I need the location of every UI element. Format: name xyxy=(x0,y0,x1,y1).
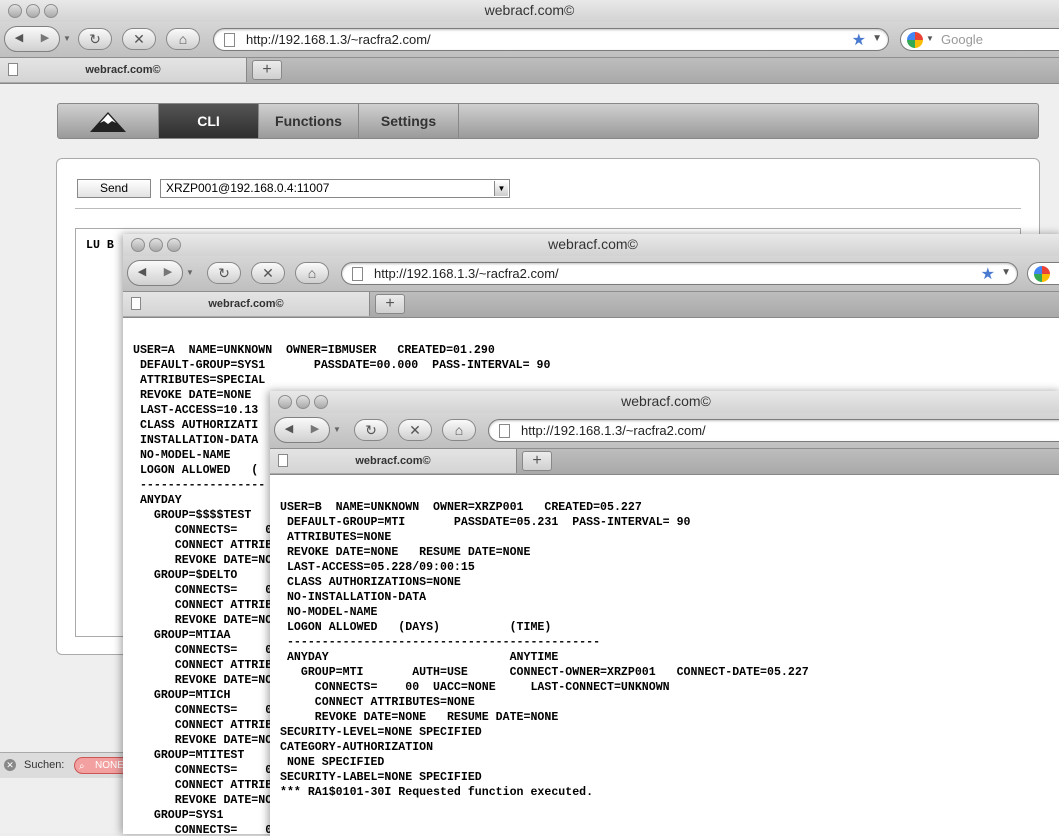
nav-settings[interactable]: Settings xyxy=(358,104,459,138)
address-bar[interactable]: http://192.168.1.3/~racfra2.com/ ★ ▼ xyxy=(341,262,1018,285)
tab-bar: webracf.com© + xyxy=(270,449,1059,475)
search-field[interactable]: ▼ Google xyxy=(900,28,1059,51)
browser-tab[interactable]: webracf.com© xyxy=(270,449,517,473)
find-bar: ✕ Suchen: ⌕ NONE xyxy=(0,752,134,778)
browser-tab[interactable]: webracf.com© xyxy=(0,58,247,82)
url-dropdown-icon[interactable]: ▼ xyxy=(872,33,882,44)
browser-toolbar: ◀ ▶ ▼ ↻ ✕ ⌂ http://192.168.1.3/~racfra2.c… xyxy=(270,413,1059,449)
close-find-icon[interactable]: ✕ xyxy=(4,759,16,771)
title-bar: webracf.com© xyxy=(270,391,1059,413)
stop-button[interactable]: ✕ xyxy=(122,28,156,50)
search-field[interactable] xyxy=(1027,262,1059,285)
reload-button[interactable]: ↻ xyxy=(207,262,241,284)
home-button[interactable]: ⌂ xyxy=(295,262,329,284)
divider xyxy=(75,208,1021,209)
history-dropdown-icon[interactable]: ▼ xyxy=(63,34,71,43)
tab-bar: webracf.com© + xyxy=(0,58,1059,84)
close-window-button[interactable] xyxy=(131,238,145,252)
reload-button[interactable]: ↻ xyxy=(78,28,112,50)
browser-toolbar: ◀ ▶ ▼ ↻ ✕ ⌂ http://192.168.1.3/~racfra2.c… xyxy=(0,22,1059,58)
app-navbar: CLI Functions Settings xyxy=(57,103,1039,139)
page-icon xyxy=(8,63,18,76)
minimize-window-button[interactable] xyxy=(26,4,40,18)
browser-window-user-b: webracf.com© ◀ ▶ ▼ ↻ ✕ ⌂ http://192.168.1… xyxy=(270,391,1059,836)
reload-button[interactable]: ↻ xyxy=(354,419,388,441)
page-icon xyxy=(352,267,363,281)
bookmark-star-icon[interactable]: ★ xyxy=(852,30,866,50)
find-input-value: NONE xyxy=(95,760,124,771)
page-icon xyxy=(278,454,288,467)
home-button[interactable]: ⌂ xyxy=(442,419,476,441)
back-forward-buttons: ◀ ▶ xyxy=(274,417,330,443)
close-window-button[interactable] xyxy=(278,395,292,409)
google-icon xyxy=(1034,266,1050,282)
window-title: webracf.com© xyxy=(484,2,575,18)
zoom-window-button[interactable] xyxy=(167,238,181,252)
tab-title: webracf.com© xyxy=(208,298,284,310)
back-button[interactable]: ◀ xyxy=(277,422,301,435)
zoom-window-button[interactable] xyxy=(44,4,58,18)
minimize-window-button[interactable] xyxy=(296,395,310,409)
bookmark-star-icon[interactable]: ★ xyxy=(981,264,995,284)
page-icon xyxy=(131,297,141,310)
url-text: http://192.168.1.3/~racfra2.com/ xyxy=(521,423,706,438)
minimize-window-button[interactable] xyxy=(149,238,163,252)
zoom-window-button[interactable] xyxy=(314,395,328,409)
new-tab-button[interactable]: + xyxy=(375,294,405,314)
address-bar[interactable]: http://192.168.1.3/~racfra2.com/ ★ ▼ xyxy=(213,28,889,51)
nav-cli[interactable]: CLI xyxy=(158,104,258,138)
home-button[interactable]: ⌂ xyxy=(166,28,200,50)
title-bar: webracf.com© xyxy=(123,234,1059,256)
target-select[interactable]: XRZP001@192.168.0.4:11007 ▼ xyxy=(160,179,510,198)
target-select-value: XRZP001@192.168.0.4:11007 xyxy=(166,181,330,195)
title-bar: webracf.com© xyxy=(0,0,1059,22)
tab-title: webracf.com© xyxy=(355,455,431,467)
back-forward-buttons: ◀ ▶ xyxy=(127,260,183,286)
chevron-down-icon: ▼ xyxy=(494,181,508,196)
new-tab-button[interactable]: + xyxy=(252,60,282,80)
close-window-button[interactable] xyxy=(8,4,22,18)
window-controls xyxy=(278,394,332,414)
page-icon xyxy=(499,424,510,438)
url-dropdown-icon[interactable]: ▼ xyxy=(1001,267,1011,278)
command-text: LU B xyxy=(86,239,114,252)
back-button[interactable]: ◀ xyxy=(130,265,154,278)
browser-toolbar: ◀ ▶ ▼ ↻ ✕ ⌂ http://192.168.1.3/~racfra2.c… xyxy=(123,256,1059,292)
find-label: Suchen: xyxy=(24,759,65,771)
tab-bar: webracf.com© + xyxy=(123,292,1059,318)
stop-button[interactable]: ✕ xyxy=(398,419,432,441)
send-button[interactable]: Send xyxy=(77,179,151,198)
search-icon: ⌕ xyxy=(79,761,85,772)
address-bar[interactable]: http://192.168.1.3/~racfra2.com/ xyxy=(488,419,1059,442)
forward-button[interactable]: ▶ xyxy=(33,31,57,44)
nav-functions[interactable]: Functions xyxy=(258,104,358,138)
forward-button[interactable]: ▶ xyxy=(156,265,180,278)
search-placeholder: Google xyxy=(941,32,983,47)
stop-button[interactable]: ✕ xyxy=(251,262,285,284)
url-text: http://192.168.1.3/~racfra2.com/ xyxy=(246,32,431,47)
page-content: USER=B NAME=UNKNOWN OWNER=XRZP001 CREATE… xyxy=(270,476,1059,836)
mountain-logo-icon xyxy=(90,112,126,132)
back-forward-buttons: ◀ ▶ xyxy=(4,26,60,52)
forward-button[interactable]: ▶ xyxy=(303,422,327,435)
window-controls xyxy=(8,3,62,23)
tab-title: webracf.com© xyxy=(85,64,161,76)
new-tab-button[interactable]: + xyxy=(522,451,552,471)
page-icon xyxy=(224,33,235,47)
browser-tab[interactable]: webracf.com© xyxy=(123,292,370,316)
history-dropdown-icon[interactable]: ▼ xyxy=(333,425,341,434)
back-button[interactable]: ◀ xyxy=(7,31,31,44)
search-engine-dropdown-icon[interactable]: ▼ xyxy=(926,34,934,43)
window-title: webracf.com© xyxy=(621,393,711,409)
url-text: http://192.168.1.3/~racfra2.com/ xyxy=(374,266,559,281)
history-dropdown-icon[interactable]: ▼ xyxy=(186,268,194,277)
window-controls xyxy=(131,237,185,257)
window-title: webracf.com© xyxy=(548,236,638,252)
racf-output-user-b: USER=B NAME=UNKNOWN OWNER=XRZP001 CREATE… xyxy=(280,501,809,799)
google-icon xyxy=(907,32,923,48)
